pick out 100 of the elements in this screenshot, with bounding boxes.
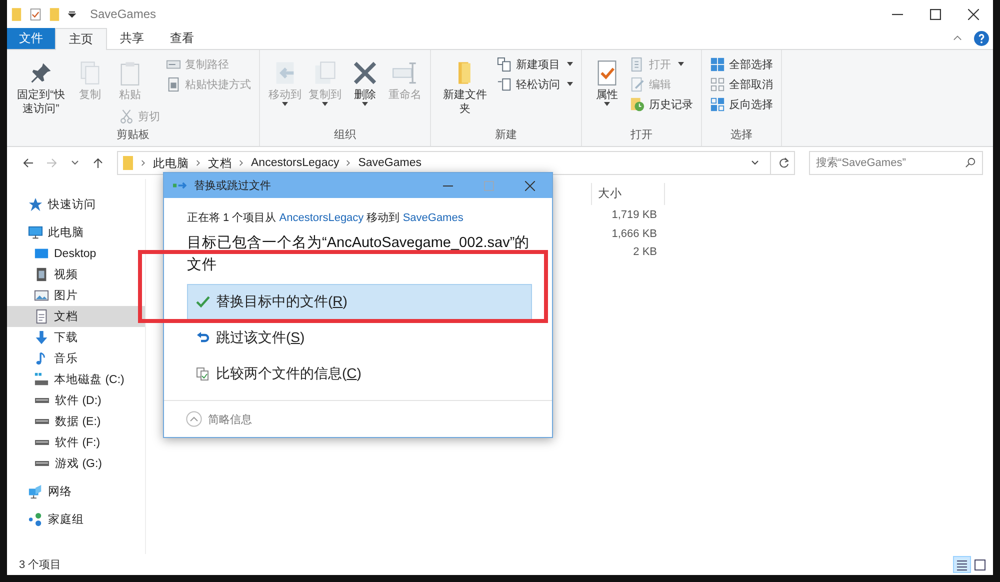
dialog-option[interactable]: 比较两个文件的信息(C) [187,356,532,392]
sidebar-item[interactable]: 家庭组 [7,509,145,530]
search-icon [965,157,976,168]
column-header[interactable]: 大小 [591,183,665,205]
delete-x-icon [352,60,378,86]
desktop-icon [34,246,49,261]
chevron-up-circle-icon [186,411,202,427]
properties-icon [30,6,41,22]
new-item-icon [497,56,512,72]
breadcrumb[interactable]: 文档 [208,156,232,170]
ribbon-button[interactable]: 历史记录 [628,94,695,114]
document-icon [34,309,49,324]
ribbon-button[interactable]: 固定到“快速访问” [13,54,69,118]
up-arrow-icon[interactable] [92,157,104,169]
ribbon-group-label: 打开 [630,128,654,143]
back-arrow-icon[interactable] [22,157,34,169]
easy-access-icon [497,76,512,92]
sidebar-item[interactable]: Desktop [7,243,145,264]
move-progress-text: 正在将 1 个项目从 AncestorsLegacy 移动到 SaveGames [187,211,464,225]
breadcrumb[interactable]: SaveGames [358,157,422,169]
sidebar-item[interactable]: 本地磁盘 (C:) [7,369,145,390]
caret-icon [678,62,684,66]
dropdown-icon[interactable] [751,160,759,166]
drive-icon [35,398,49,403]
select-none-icon [710,76,725,92]
ribbon-button[interactable]: 删除 [346,54,384,108]
file-size-cell-text: 1,719 KB [612,209,657,223]
chevron-icon [239,159,244,167]
ribbon-group-label: 组织 [333,128,357,143]
move-files-icon [173,181,189,190]
folder-icon [122,155,134,171]
ribbon-button[interactable]: 轻松访问 [495,74,575,94]
folder-icon [11,6,22,22]
sidebar-item[interactable]: 快速访问 [7,194,145,215]
undo-arrow-icon [196,331,210,345]
drive-icon [35,440,49,445]
ribbon-button[interactable]: 全部选择 [708,54,775,74]
breadcrumb[interactable]: 此电脑 [153,156,189,170]
sidebar-item[interactable]: 图片 [7,285,145,306]
destination-folder-link[interactable]: SaveGames [402,212,464,224]
dialog-option[interactable]: 替换目标中的文件(R) [187,284,532,320]
chevron-icon [196,159,201,167]
collapse-ribbon-icon[interactable] [953,35,962,41]
homegroup-icon [28,512,43,527]
system-drive-icon [34,372,49,387]
select-all-icon [710,56,725,72]
sidebar-item[interactable]: 网络 [7,481,145,502]
close-icon[interactable] [968,8,979,20]
caret-icon [567,82,573,86]
ribbon-button[interactable]: 新建文件夹 [437,54,493,118]
large-icons-view-icon [974,559,986,571]
details-view-button[interactable] [953,556,971,573]
caret-icon [322,102,328,106]
scissors-icon [119,108,134,124]
drive-icon [35,419,49,424]
maximize-icon[interactable] [930,8,941,20]
close-icon[interactable] [525,180,535,190]
search-field[interactable]: 搜索“SaveGames” [809,151,983,175]
sidebar-item[interactable]: 此电脑 [7,222,145,243]
source-folder-link[interactable]: AncestorsLegacy [279,212,364,224]
ribbon-button[interactable]: 新建项目 [495,54,575,74]
file-menu-tab[interactable]: 文件 [7,28,55,49]
ribbon-tab[interactable]: 共享 [107,28,157,49]
sidebar-item[interactable]: 下载 [7,327,145,348]
caret-icon [362,102,368,106]
caret-icon [282,102,288,106]
sidebar-item[interactable]: 音乐 [7,348,145,369]
help-icon[interactable] [974,31,989,46]
refresh-icon[interactable] [778,157,790,169]
fewer-details-button[interactable]: 简略信息 [186,411,252,427]
sidebar-item[interactable]: 软件 (D:) [7,390,145,411]
checkmark-icon [196,295,210,309]
maximize-icon [484,180,494,190]
recent-dropdown-icon[interactable] [71,160,79,166]
conflict-message: 目标已包含一个名为“AncAutoSavegame_002.sav”的文件 [187,234,531,275]
breadcrumb[interactable]: AncestorsLegacy [251,157,340,169]
ribbon-button[interactable]: 属性 [588,54,626,108]
compare-files-icon [196,367,210,381]
ribbon-tab[interactable]: 查看 [157,28,207,49]
ribbon-button[interactable]: 反向选择 [708,94,775,114]
window-title: SaveGames [90,7,156,21]
sidebar-item[interactable]: 游戏 (G:) [7,453,145,474]
ribbon-button[interactable]: 全部取消 [708,74,775,94]
computer-icon [28,225,43,240]
dropdown-icon[interactable] [68,10,76,18]
sidebar-item[interactable]: 视频 [7,264,145,285]
sidebar-item[interactable]: 文档 [7,306,145,327]
details-view-icon [956,559,968,571]
rename-icon [392,60,418,86]
sidebar-item[interactable]: 软件 (F:) [7,432,145,453]
caret-icon [567,62,573,66]
shortcut-icon [166,76,181,92]
ribbon-tab[interactable]: 主页 [55,28,107,50]
dialog-option[interactable]: 跳过该文件(S) [187,320,532,356]
sidebar-item[interactable]: 数据 (E:) [7,411,145,432]
file-size-cell-text: 2 KB [633,246,657,260]
film-icon [34,267,49,282]
ribbon-group-label: 剪贴板 [116,128,150,143]
caret-icon [604,102,610,106]
down-arrow-icon [34,330,49,345]
